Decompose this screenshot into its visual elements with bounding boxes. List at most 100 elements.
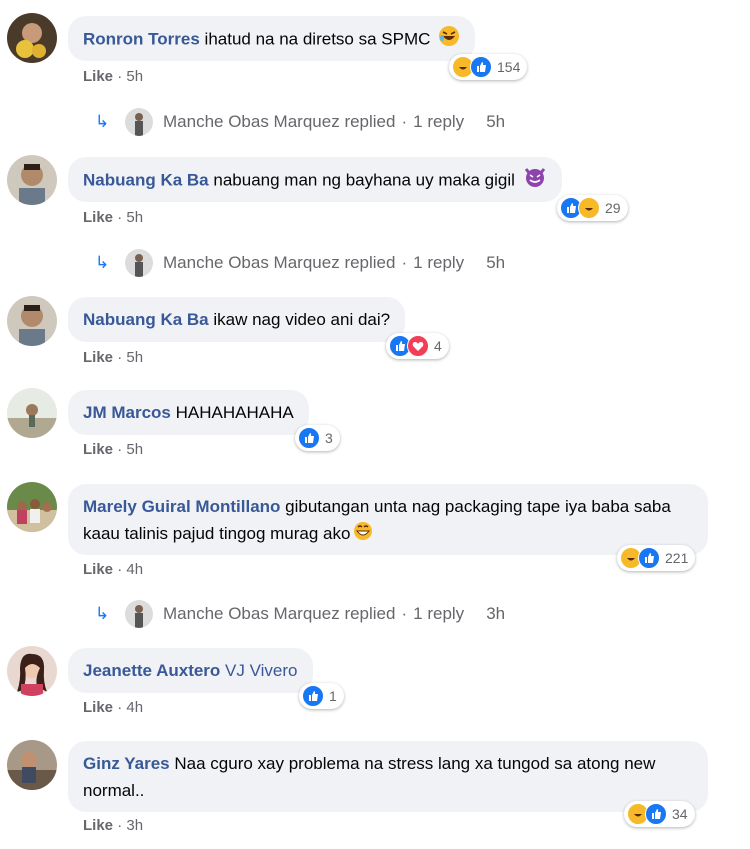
comment-meta: Like · 5h bbox=[83, 68, 143, 85]
separator: · bbox=[117, 817, 123, 834]
comment-text: ikaw nag video ani dai? bbox=[213, 310, 391, 329]
separator: · bbox=[117, 68, 123, 85]
devil-emoji-icon bbox=[523, 166, 547, 196]
comment-bubble: Ginz Yares Naa cguro xay problema na str… bbox=[68, 741, 708, 812]
like-link[interactable]: Like bbox=[83, 68, 113, 85]
like-reaction-icon bbox=[470, 56, 492, 78]
comment-bubble: Marely Guiral Montillano gibutangan unta… bbox=[68, 484, 708, 555]
comment-time[interactable]: 4h bbox=[126, 561, 143, 578]
reply-avatar bbox=[125, 249, 153, 277]
comment-text: nabuang man ng bayhana uy maka gigil bbox=[213, 170, 515, 190]
reply-verb: replied bbox=[344, 604, 396, 623]
comment-bubble: Ronron Torres ihatud na na diretso sa SP… bbox=[68, 16, 476, 61]
avatar[interactable] bbox=[7, 740, 57, 790]
reaction-count: 29 bbox=[605, 200, 621, 216]
comment-time[interactable]: 5h bbox=[126, 68, 143, 85]
like-link[interactable]: Like bbox=[83, 817, 113, 834]
reply-arrow-icon: ↳ bbox=[95, 253, 110, 272]
separator: · bbox=[117, 209, 123, 226]
like-link[interactable]: Like bbox=[83, 561, 113, 578]
avatar[interactable] bbox=[7, 296, 57, 346]
comment-author[interactable]: Nabuang Ka Ba bbox=[83, 310, 209, 329]
separator: · bbox=[117, 699, 123, 716]
reaction-summary[interactable]: 34 bbox=[624, 801, 695, 827]
separator: · bbox=[117, 349, 123, 366]
reply-verb: replied bbox=[344, 253, 396, 272]
comment-author[interactable]: Nabuang Ka Ba bbox=[83, 170, 209, 189]
avatar[interactable] bbox=[7, 388, 57, 438]
comment-meta: Like · 5h bbox=[83, 209, 143, 226]
reaction-count: 34 bbox=[672, 806, 688, 822]
comment-author[interactable]: Jeanette Auxtero bbox=[83, 661, 220, 680]
reaction-count: 154 bbox=[497, 59, 521, 75]
reply-time: 5h bbox=[486, 253, 506, 272]
comment-meta: Like · 5h bbox=[83, 349, 143, 366]
avatar[interactable] bbox=[7, 155, 57, 205]
reaction-summary[interactable]: 3 bbox=[295, 425, 340, 451]
like-reaction-icon bbox=[645, 803, 667, 825]
comment-text: HAHAHAHAHA bbox=[175, 403, 294, 422]
avatar[interactable] bbox=[7, 13, 57, 63]
comment-meta: Like · 4h bbox=[83, 561, 143, 578]
reply-author: Manche Obas Marquez bbox=[163, 604, 340, 623]
comment-bubble: JM Marcos HAHAHAHAHA bbox=[68, 390, 309, 435]
tagged-user[interactable]: VJ Vivero bbox=[225, 661, 297, 680]
reaction-summary[interactable]: 4 bbox=[386, 333, 449, 359]
comment-meta: Like · 5h bbox=[83, 441, 143, 458]
comment-bubble: Jeanette Auxtero VJ Vivero bbox=[68, 648, 313, 693]
reaction-count: 4 bbox=[434, 338, 442, 354]
reply-arrow-icon: ↳ bbox=[95, 604, 110, 623]
like-link[interactable]: Like bbox=[83, 699, 113, 716]
like-link[interactable]: Like bbox=[83, 441, 113, 458]
haha-reaction-icon bbox=[578, 197, 600, 219]
reply-avatar bbox=[125, 600, 153, 628]
reaction-count: 3 bbox=[325, 430, 333, 446]
comment-author[interactable]: JM Marcos bbox=[83, 403, 171, 422]
reply-time: 3h bbox=[486, 604, 506, 623]
separator: · bbox=[117, 441, 123, 458]
comment-time[interactable]: 5h bbox=[126, 349, 143, 366]
avatar[interactable] bbox=[7, 482, 57, 532]
reply-arrow-icon: ↳ bbox=[95, 112, 110, 131]
reply-verb: replied bbox=[344, 112, 396, 131]
separator: · bbox=[401, 112, 408, 131]
comment-text: ihatud na na diretso sa SPMC bbox=[204, 29, 431, 49]
reply-avatar bbox=[125, 108, 153, 136]
like-reaction-icon bbox=[638, 547, 660, 569]
reaction-summary[interactable]: 1 bbox=[299, 683, 344, 709]
comment-meta: Like · 3h bbox=[83, 817, 143, 834]
reply-count: 1 reply bbox=[413, 112, 465, 131]
comment-time[interactable]: 3h bbox=[126, 817, 143, 834]
avatar[interactable] bbox=[7, 646, 57, 696]
replies-link[interactable]: ↳ Manche Obas Marquez replied · 1 reply … bbox=[95, 108, 505, 136]
laughing-emoji-icon bbox=[438, 25, 460, 55]
replies-link[interactable]: ↳ Manche Obas Marquez replied · 1 reply … bbox=[95, 600, 505, 628]
comment-bubble: Nabuang Ka Ba ikaw nag video ani dai? bbox=[68, 297, 406, 342]
separator: · bbox=[117, 561, 123, 578]
reply-time: 5h bbox=[486, 112, 506, 131]
comment-time[interactable]: 5h bbox=[126, 209, 143, 226]
comment-author[interactable]: Ginz Yares bbox=[83, 754, 170, 773]
reply-author: Manche Obas Marquez bbox=[163, 112, 340, 131]
reaction-summary[interactable]: 221 bbox=[617, 545, 696, 571]
like-link[interactable]: Like bbox=[83, 349, 113, 366]
separator: · bbox=[401, 253, 408, 272]
like-reaction-icon bbox=[302, 685, 324, 707]
replies-link[interactable]: ↳ Manche Obas Marquez replied · 1 reply … bbox=[95, 249, 505, 277]
reaction-count: 1 bbox=[329, 688, 337, 704]
reaction-summary[interactable]: 154 bbox=[449, 54, 528, 80]
reply-count: 1 reply bbox=[413, 253, 465, 272]
reaction-summary[interactable]: 29 bbox=[557, 195, 628, 221]
like-link[interactable]: Like bbox=[83, 209, 113, 226]
reply-count: 1 reply bbox=[413, 604, 465, 623]
grinning-emoji-icon bbox=[353, 521, 373, 549]
like-reaction-icon bbox=[298, 427, 320, 449]
comment-time[interactable]: 4h bbox=[126, 699, 143, 716]
comment-author[interactable]: Ronron Torres bbox=[83, 29, 200, 48]
reply-author: Manche Obas Marquez bbox=[163, 253, 340, 272]
comment-time[interactable]: 5h bbox=[126, 441, 143, 458]
comment-author[interactable]: Marely Guiral Montillano bbox=[83, 497, 280, 516]
reaction-count: 221 bbox=[665, 550, 689, 566]
comment-bubble: Nabuang Ka Ba nabuang man ng bayhana uy … bbox=[68, 157, 562, 202]
comment-meta: Like · 4h bbox=[83, 699, 143, 716]
